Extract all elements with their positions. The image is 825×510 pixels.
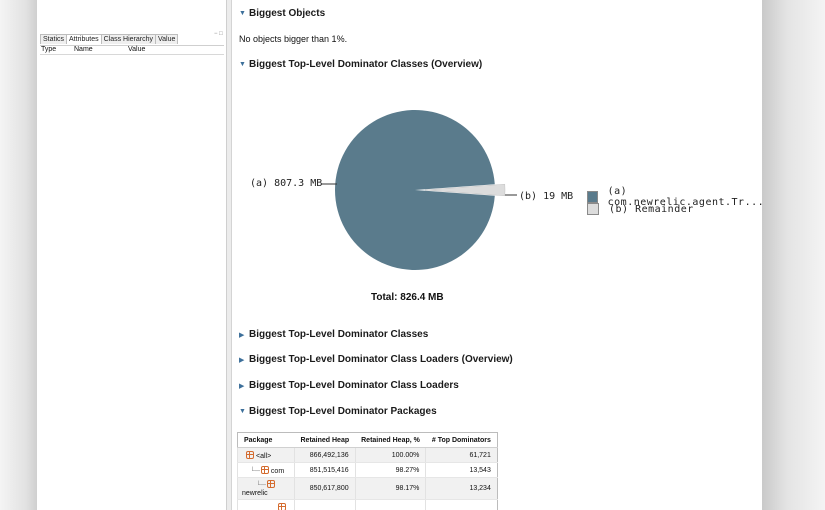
inspector-panel: Statics Attributes Class Hierarchy Value… xyxy=(37,0,227,510)
report-content: ▼ Biggest Objects No objects bigger than… xyxy=(233,0,764,510)
tab-attributes[interactable]: Attributes xyxy=(66,34,102,44)
retained-percent-cell: 98.27% xyxy=(354,462,426,478)
package-cell xyxy=(237,499,295,510)
pie-total: Total: 826.4 MB xyxy=(371,292,444,303)
top-dominators-cell xyxy=(425,499,498,510)
table-row[interactable] xyxy=(237,499,498,510)
legend-swatch-b xyxy=(587,203,599,215)
section-dominator-classes-overview[interactable]: ▼ Biggest Top-Level Dominator Classes (O… xyxy=(239,59,482,70)
window-shadow-right xyxy=(762,0,825,510)
section-dominator-class-loaders-overview[interactable]: ▶ Biggest Top-Level Dominator Class Load… xyxy=(239,354,513,365)
packages-table: Package Retained Heap Retained Heap, % #… xyxy=(237,432,498,510)
column-name[interactable]: Name xyxy=(74,46,93,54)
retained-percent-cell: 100.00% xyxy=(354,447,426,463)
column-package[interactable]: Package xyxy=(237,432,295,448)
top-dominators-cell: 61,721 xyxy=(425,447,498,463)
package-cell: <all> xyxy=(237,447,295,463)
tree-connector: └─ xyxy=(250,467,260,475)
column-retained-heap-percent[interactable]: Retained Heap, % xyxy=(355,432,426,448)
pie-label-b: (b) 19 MB xyxy=(519,191,574,202)
collapsed-triangle-icon: ▶ xyxy=(239,356,245,364)
package-icon xyxy=(278,502,286,510)
top-dominators-cell: 13,543 xyxy=(425,462,498,478)
expanded-triangle-icon: ▼ xyxy=(239,61,246,68)
section-dominator-class-loaders[interactable]: ▶ Biggest Top-Level Dominator Class Load… xyxy=(239,380,459,391)
tab-statics[interactable]: Statics xyxy=(40,34,68,44)
legend-item-b: (b) Remainder xyxy=(587,203,694,215)
panel-splitter[interactable] xyxy=(227,0,232,510)
tab-value[interactable]: Value xyxy=(155,34,179,44)
attributes-column-header: Type Name Value xyxy=(40,45,224,55)
column-retained-heap[interactable]: Retained Heap xyxy=(294,432,356,448)
package-icon xyxy=(266,479,275,488)
package-cell: └─ com xyxy=(237,462,295,478)
retained-percent-cell: 98.17% xyxy=(354,477,426,500)
biggest-objects-note: No objects bigger than 1%. xyxy=(239,34,348,44)
retained-heap-cell: 851,515,416 xyxy=(294,462,356,478)
column-value[interactable]: Value xyxy=(128,46,145,54)
legend-swatch-a xyxy=(587,191,598,203)
tab-class-hierarchy[interactable]: Class Hierarchy xyxy=(100,34,156,44)
retained-heap-cell xyxy=(294,499,356,510)
expanded-triangle-icon: ▼ xyxy=(239,408,246,415)
collapsed-triangle-icon: ▶ xyxy=(239,331,245,339)
section-dominator-packages[interactable]: ▼ Biggest Top-Level Dominator Packages xyxy=(239,406,437,417)
column-top-dominators[interactable]: # Top Dominators xyxy=(425,432,498,448)
top-dominators-cell: 13,234 xyxy=(425,477,498,500)
window-shadow-left xyxy=(0,0,37,510)
package-icon xyxy=(246,450,254,459)
section-dominator-classes[interactable]: ▶ Biggest Top-Level Dominator Classes xyxy=(239,329,428,340)
minimize-maximize-icon[interactable]: − □ xyxy=(214,31,223,37)
package-cell: └─ newrelic xyxy=(237,477,295,500)
retained-percent-cell xyxy=(354,499,426,510)
collapsed-triangle-icon: ▶ xyxy=(239,382,245,390)
table-header-row: Package Retained Heap Retained Heap, % #… xyxy=(237,432,498,448)
pie-label-a: (a) 807.3 MB xyxy=(250,178,323,189)
column-type[interactable]: Type xyxy=(41,46,56,54)
tree-connector: └─ xyxy=(256,481,266,489)
retained-heap-cell: 866,492,136 xyxy=(294,447,356,463)
section-biggest-objects[interactable]: ▼ Biggest Objects xyxy=(239,8,325,19)
expanded-triangle-icon: ▼ xyxy=(239,10,246,17)
package-icon xyxy=(260,465,269,474)
table-row[interactable]: <all> 866,492,136 100.00% 61,721 xyxy=(237,447,498,463)
retained-heap-cell: 850,617,800 xyxy=(294,477,356,500)
table-row[interactable]: └─ newrelic 850,617,800 98.17% 13,234 xyxy=(237,477,498,500)
table-row[interactable]: └─ com 851,515,416 98.27% 13,543 xyxy=(237,462,498,478)
inspector-tabbar: Statics Attributes Class Hierarchy Value xyxy=(40,34,179,44)
